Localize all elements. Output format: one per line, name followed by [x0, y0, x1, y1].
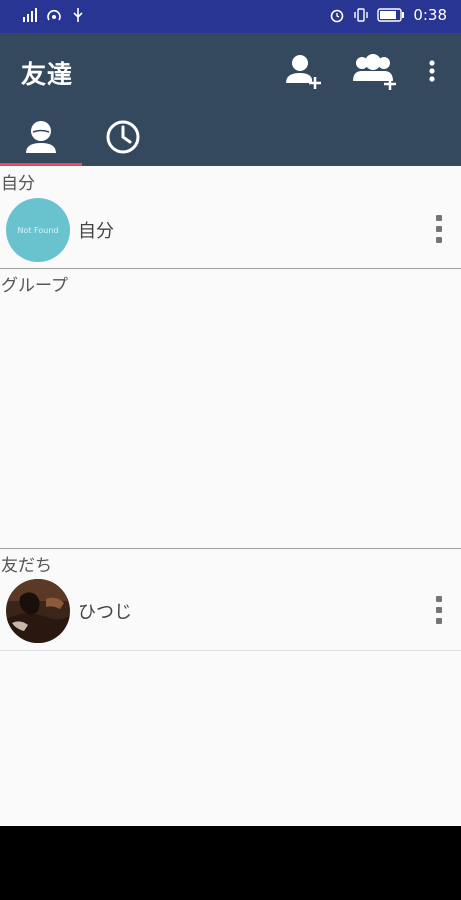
hotspot-icon [47, 9, 61, 21]
list-item-name: ひつじ [78, 602, 132, 623]
section-header-group: グループ [1, 276, 68, 296]
battery-icon [377, 8, 405, 22]
add-group-button[interactable] [350, 49, 400, 93]
avatar-placeholder-text: Not Found [17, 225, 59, 235]
tab-friends[interactable] [0, 107, 82, 166]
system-navigation-bar [0, 826, 461, 900]
avatar: Not Found [6, 198, 70, 262]
list-item-name: 自分 [78, 221, 114, 242]
tab-history[interactable] [82, 107, 164, 166]
clock-icon [106, 120, 140, 153]
more-vert-icon [436, 215, 442, 221]
tab-bar [0, 107, 461, 166]
status-time: 0:38 [413, 6, 447, 24]
usb-icon [73, 8, 83, 22]
item-menu-button[interactable] [435, 215, 443, 243]
list-item-self[interactable]: Not Found 自分 [0, 197, 461, 263]
row-divider [0, 650, 461, 651]
add-friend-icon [286, 55, 321, 89]
section-divider [0, 268, 461, 269]
alarm-icon [331, 9, 344, 23]
person-icon [26, 120, 56, 153]
add-group-icon [353, 54, 396, 90]
vibrate-icon [354, 8, 369, 22]
section-header-friends: 友だち [1, 556, 52, 576]
avatar [6, 579, 70, 643]
overflow-menu-icon [429, 60, 435, 82]
signal-icon [23, 8, 37, 22]
friend-list[interactable]: 自分 Not Found 自分 グループ 友だち ひつじ [0, 166, 461, 826]
list-item-friend[interactable]: ひつじ [0, 578, 461, 644]
section-header-self: 自分 [1, 174, 35, 194]
overflow-menu-button[interactable] [412, 49, 452, 93]
item-menu-button[interactable] [435, 596, 443, 624]
section-divider [0, 548, 461, 549]
add-friend-button[interactable] [280, 49, 324, 93]
more-vert-icon [436, 596, 442, 602]
page-title: 友達 [21, 60, 74, 89]
status-bar: 0:38 [0, 0, 461, 33]
friend-photo [6, 579, 70, 643]
app-bar: 友達 [0, 33, 461, 166]
